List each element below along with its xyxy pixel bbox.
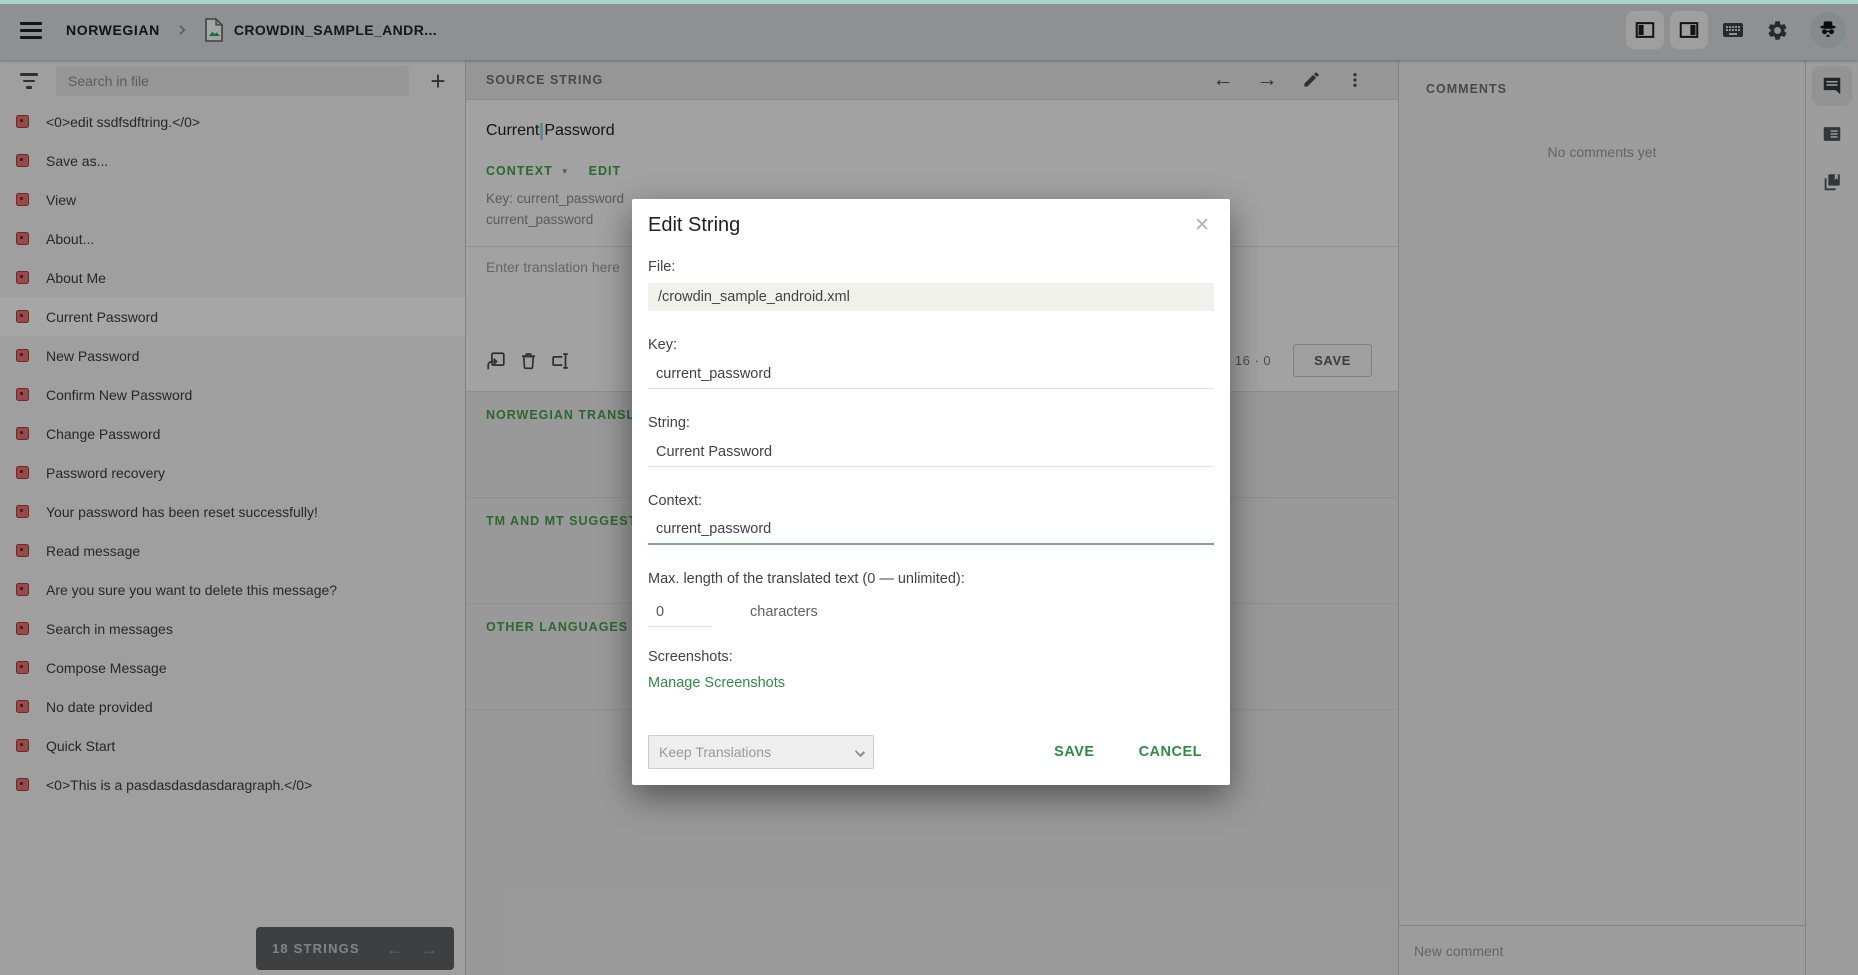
characters-label: characters	[750, 604, 818, 620]
keep-translations-select[interactable]: Keep Translations	[648, 735, 874, 769]
progress-bar	[0, 0, 1858, 4]
modal-title: Edit String	[648, 214, 740, 237]
close-icon[interactable]: ✕	[1190, 214, 1214, 237]
max-length-label: Max. length of the translated text (0 — …	[648, 569, 1214, 589]
key-label: Key:	[648, 335, 1214, 355]
modal-save-button[interactable]: SAVE	[1054, 744, 1094, 760]
context-label: Context:	[648, 491, 1214, 511]
crowdin-editor-screen: NORWEGIAN CROWDIN_SAMPLE_ANDR...	[0, 0, 1858, 975]
edit-string-modal: Edit String ✕ File: /crowdin_sample_andr…	[632, 199, 1230, 785]
screenshots-label: Screenshots:	[648, 647, 1214, 667]
string-label: String:	[648, 413, 1214, 433]
file-path-field: /crowdin_sample_android.xml	[648, 283, 1214, 311]
manage-screenshots-link[interactable]: Manage Screenshots	[648, 675, 785, 691]
keep-translations-select-wrap: Keep Translations	[648, 735, 874, 769]
max-length-input[interactable]	[648, 597, 712, 627]
key-input[interactable]	[648, 359, 1214, 389]
modal-cancel-button[interactable]: CANCEL	[1139, 744, 1202, 760]
string-input[interactable]	[648, 437, 1214, 467]
file-label: File:	[648, 257, 1214, 277]
context-input[interactable]	[648, 515, 1214, 545]
